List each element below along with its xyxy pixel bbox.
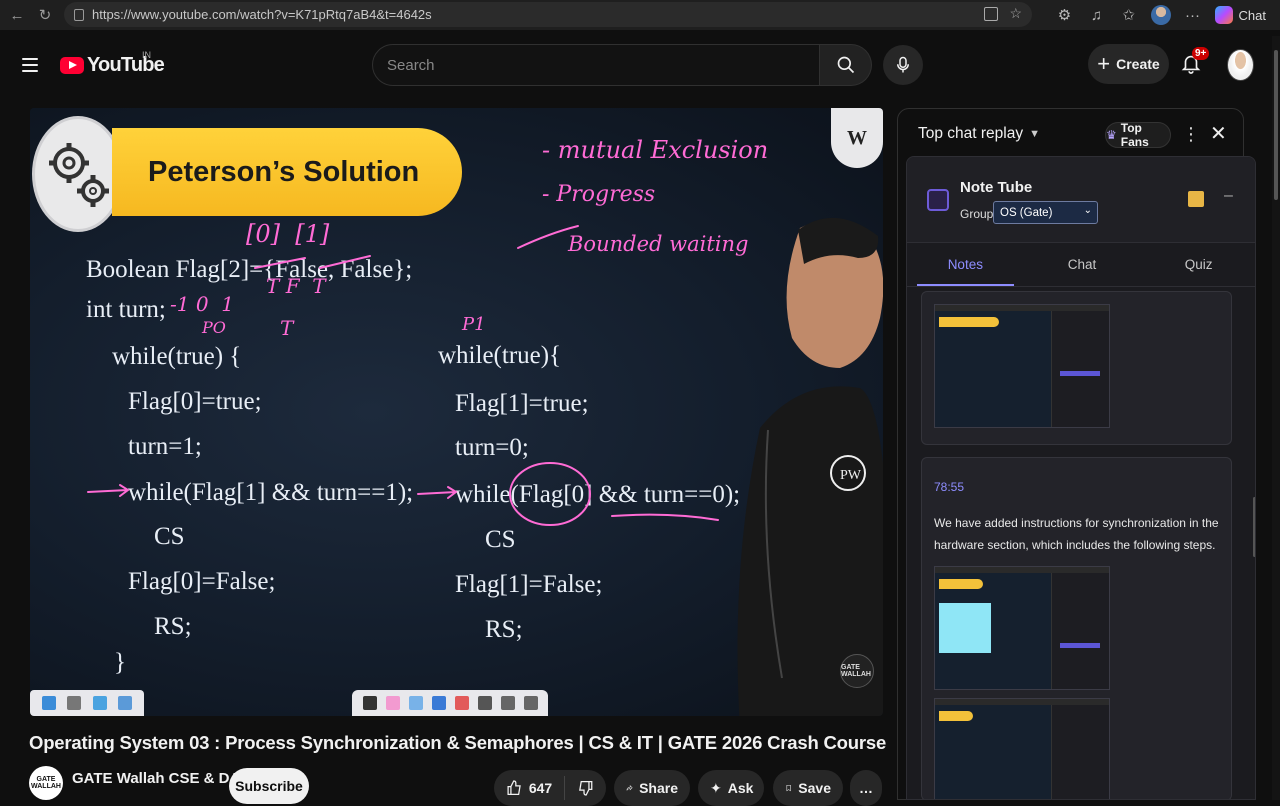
gift-icon[interactable]: [1188, 191, 1204, 207]
sparkle-icon: ✦: [710, 779, 722, 796]
crown-icon: ♛: [1106, 128, 1117, 142]
tab-chat[interactable]: Chat: [1024, 243, 1141, 286]
channel-name[interactable]: GATE Wallah CSE & DA: [72, 770, 240, 787]
search-box: [372, 44, 820, 86]
notetube-title: Note Tube: [960, 179, 1033, 196]
tab-quiz[interactable]: Quiz: [1140, 243, 1255, 286]
note-screenshot[interactable]: [934, 566, 1110, 690]
image-icon[interactable]: [92, 696, 107, 710]
close-icon[interactable]: ✕: [1210, 121, 1227, 146]
chat-mode-dropdown[interactable]: Top chat replay: [918, 125, 1023, 143]
microphone-icon: [897, 56, 909, 73]
more-options-icon[interactable]: ···: [1183, 7, 1203, 24]
tab-notes[interactable]: Notes: [907, 243, 1024, 286]
favorites-icon[interactable]: ✩: [1119, 6, 1139, 24]
search-input[interactable]: [387, 56, 819, 74]
page-scrollbar[interactable]: [1272, 36, 1280, 800]
video-player[interactable]: Peterson’s Solution W Boolean Flag[2]={F…: [30, 108, 883, 716]
search-button[interactable]: [820, 44, 872, 86]
svg-text:PW: PW: [840, 468, 862, 483]
group-select[interactable]: OS (Gate) ⌄: [993, 201, 1098, 224]
drawing-toolbar: [352, 690, 548, 716]
notetube-tabs: Notes Chat Quiz: [907, 243, 1255, 287]
share-button[interactable]: Share: [614, 770, 690, 806]
copilot-button[interactable]: Chat: [1214, 6, 1266, 24]
laser-icon[interactable]: [477, 696, 492, 710]
voice-search-button[interactable]: [883, 45, 923, 85]
highlighter-icon[interactable]: [408, 696, 423, 710]
note-screenshot[interactable]: [934, 304, 1110, 428]
media-icon[interactable]: ♫: [1087, 7, 1107, 24]
tools-icon[interactable]: [67, 696, 82, 710]
favorite-star-icon[interactable]: ☆: [1009, 5, 1022, 22]
channel-avatar[interactable]: GATE WALLAH: [29, 766, 63, 800]
note-card: 78:55 We have added instructions for syn…: [921, 457, 1232, 799]
subscribe-button[interactable]: Subscribe: [229, 768, 309, 804]
chevron-down-icon[interactable]: ▼: [1029, 128, 1040, 140]
create-button[interactable]: + Create: [1088, 44, 1169, 84]
youtube-play-icon: [60, 57, 84, 74]
notetube-extension: Note Tube Group: OS (Gate) ⌄ – Notes Cha…: [906, 156, 1256, 800]
thumbs-up-icon: [507, 780, 521, 795]
eraser-icon[interactable]: [454, 696, 469, 710]
notification-badge: 9+: [1192, 47, 1210, 60]
lock-icon: [74, 8, 84, 21]
minimize-icon[interactable]: –: [1224, 187, 1233, 205]
share-icon: [626, 784, 633, 791]
save-button[interactable]: Save: [773, 770, 843, 806]
more-actions-button[interactable]: …: [850, 770, 882, 806]
extensions-icon[interactable]: ⚙: [1055, 6, 1075, 24]
presenter-figure: PW: [737, 217, 883, 716]
screen-icon[interactable]: [41, 696, 56, 710]
undo-icon[interactable]: [500, 696, 515, 710]
note-screenshot[interactable]: [934, 698, 1110, 799]
notetube-logo-icon: [927, 189, 949, 211]
kebab-menu-icon[interactable]: ⋮: [1182, 124, 1200, 145]
notifications-button[interactable]: 9+: [1180, 47, 1210, 77]
notes-scrollbar[interactable]: [1253, 497, 1255, 557]
plus-icon: +: [1097, 51, 1111, 76]
search-icon: [837, 56, 854, 74]
note-text: We have added instructions for synchroni…: [934, 516, 1219, 552]
top-fans-button[interactable]: ♛ Top Fans: [1105, 121, 1171, 149]
redo-icon[interactable]: [523, 696, 538, 710]
like-count: 647: [528, 780, 553, 796]
back-icon[interactable]: ←: [6, 4, 28, 26]
drawing-toolbar-left: [30, 690, 144, 716]
app-available-icon[interactable]: [984, 7, 998, 21]
thumbs-down-icon: [579, 781, 593, 796]
browser-toolbar: ← ↻ https://www.youtube.com/watch?v=K71p…: [0, 0, 1280, 30]
cursor-icon[interactable]: [362, 696, 377, 710]
zoom-icon[interactable]: [118, 696, 133, 710]
note-card: [921, 291, 1232, 445]
channel-watermark: GATE WALLAH: [840, 654, 874, 688]
notetube-header: Note Tube Group: OS (Gate) ⌄ –: [907, 157, 1255, 243]
video-title: Operating System 03 : Process Synchroniz…: [29, 732, 887, 753]
pen-icon[interactable]: [385, 696, 400, 710]
menu-icon[interactable]: [22, 58, 38, 72]
reload-icon[interactable]: ↻: [34, 4, 56, 26]
ask-button[interactable]: ✦ Ask: [698, 770, 764, 806]
profile-avatar[interactable]: [1150, 5, 1171, 25]
copilot-icon: [1214, 6, 1233, 24]
chevron-down-icon: ⌄: [1083, 205, 1092, 216]
like-dislike-button[interactable]: 647: [494, 770, 606, 806]
youtube-header: YouTube IN + Create 9+: [0, 36, 1280, 96]
address-bar[interactable]: https://www.youtube.com/watch?v=K71pRtq7…: [64, 2, 1032, 27]
note-timestamp[interactable]: 78:55: [934, 480, 964, 494]
group-label: Group:: [960, 207, 997, 221]
account-avatar[interactable]: [1227, 49, 1254, 81]
shape-icon[interactable]: [431, 696, 446, 710]
youtube-logo[interactable]: YouTube IN: [60, 50, 165, 77]
bookmark-icon: [786, 784, 791, 792]
url-text: https://www.youtube.com/watch?v=K71pRtq7…: [92, 7, 432, 22]
